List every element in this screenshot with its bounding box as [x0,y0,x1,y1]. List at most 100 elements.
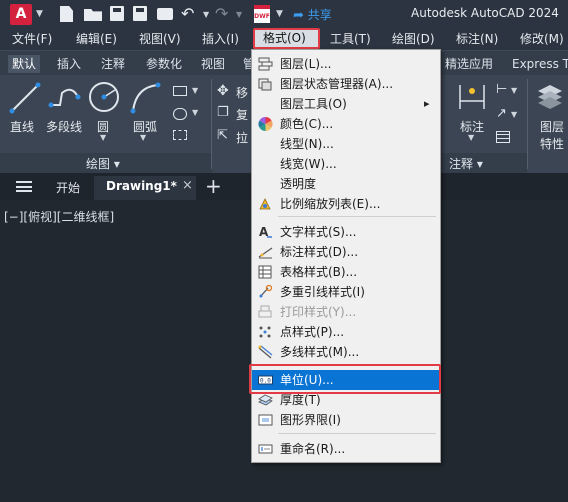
menu-item-label: 比例缩放列表(E)... [280,197,381,211]
start-tab[interactable]: 开始 [48,176,92,198]
ribbon-tab-view[interactable]: 视图 [201,55,225,73]
hatch-icon[interactable] [173,108,187,120]
menu-item-label: 表格样式(B)... [280,265,358,279]
line-tool-label[interactable]: 直线 [10,118,34,135]
menu-item-label: 标注样式(D)... [280,245,359,259]
save-as-icon[interactable] [133,6,147,21]
app-logo[interactable]: A [10,4,32,25]
hatch-dropdown-icon[interactable]: ▼ [192,108,198,117]
close-tab-icon[interactable]: × [182,178,193,193]
polyline-tool-label[interactable]: 多段线 [46,118,82,135]
linear-dim-icon[interactable]: ⊢ [496,82,507,97]
arc-dropdown-icon[interactable]: ▼ [140,133,146,142]
new-tab-icon[interactable]: + [205,174,222,198]
ribbon-tab-insert[interactable]: 插入 [57,55,81,73]
menu-item-linetype[interactable]: 线型(N)... [252,134,440,154]
dim-style-icon [258,247,273,259]
draw-panel-footer[interactable]: 绘图 ▾ [0,153,212,173]
app-menu-arrow-icon[interactable]: ▼ [36,9,43,19]
share-button[interactable]: ➦ 共享 [293,6,332,23]
linear-dim-dropdown-icon[interactable]: ▼ [511,86,517,95]
menu-item-limits[interactable]: 图形界限(I) [252,410,440,430]
menu-item-lineweight[interactable]: 线宽(W)... [252,154,440,174]
menu-modify[interactable]: 修改(M) [520,31,564,48]
menu-draw[interactable]: 绘图(D) [392,31,435,48]
menu-item-mleader-style[interactable]: 多重引线样式(I) [252,282,440,302]
dimension-icon[interactable] [457,81,487,113]
stretch-tool-label[interactable]: 拉 [236,129,248,146]
open-folder-icon[interactable] [84,9,102,21]
leader-icon[interactable]: ↗ [496,106,507,121]
new-file-icon[interactable] [60,6,73,22]
move-icon[interactable]: ✥ [217,83,229,99]
title-bar: A ▼ ↶ ▼ ↷ ▼ DWF ▼ ➦ 共享 Autodesk AutoCAD … [0,0,568,28]
polyline-icon[interactable] [48,83,82,113]
menu-edit[interactable]: 编辑(E) [76,31,117,48]
redo-dropdown-icon[interactable]: ▼ [236,10,242,19]
line-icon[interactable] [8,81,42,115]
menu-item-scale-list[interactable]: 比例缩放列表(E)... [252,194,440,214]
boundary-icon[interactable] [173,130,187,140]
menu-file[interactable]: 文件(F) [12,31,52,48]
menu-insert[interactable]: 插入(I) [202,31,239,48]
viewport-controls-label[interactable]: [−][俯视][二维线框] [4,208,114,225]
menu-item-label: 多重引线样式(I) [280,285,365,299]
table-icon[interactable] [496,131,510,143]
stretch-icon[interactable]: ⇱ [217,128,228,143]
rectangle-dropdown-icon[interactable]: ▼ [192,86,198,95]
arc-icon[interactable] [128,81,162,115]
menu-item-rename[interactable]: 重命名(R)... [252,439,440,459]
menu-item-label: 图层状态管理器(A)... [280,77,394,91]
rectangle-icon[interactable] [173,86,187,96]
circle-dropdown-icon[interactable]: ▼ [100,133,106,142]
menu-item-layer-tools[interactable]: 图层工具(O) ▸ [252,94,440,114]
menu-item-table-style[interactable]: 表格样式(B)... [252,262,440,282]
ribbon-tab-home[interactable]: 默认 [8,55,41,73]
share-label: 共享 [307,8,332,22]
mleader-style-icon [259,285,273,298]
ribbon-tab-annotate[interactable]: 注释 [101,55,125,73]
menu-dimension[interactable]: 标注(N) [456,31,498,48]
menu-tools[interactable]: 工具(T) [330,31,371,48]
ribbon-tab-featured-apps[interactable]: 精选应用 [445,55,493,73]
print-icon[interactable] [157,8,173,20]
save-icon[interactable] [110,6,124,21]
redo-icon[interactable]: ↷ [215,4,228,23]
layer-tool-label[interactable]: 图层 [540,118,564,135]
menu-item-label: 重命名(R)... [280,442,346,456]
menu-item-point-style[interactable]: 点样式(P)... [252,322,440,342]
menu-item-layer[interactable]: 图层(L)... [252,54,440,74]
menu-item-label: 点样式(P)... [280,325,345,339]
menu-item-transparency[interactable]: 透明度 [252,174,440,194]
menu-item-mline-style[interactable]: 多线样式(M)... [252,342,440,362]
undo-dropdown-icon[interactable]: ▼ [203,10,209,19]
drawing-tab[interactable]: Drawing1* × [94,176,196,200]
leader-dropdown-icon[interactable]: ▼ [511,110,517,119]
color-wheel-icon [258,117,273,131]
properties-tool-label[interactable]: 特性 [540,135,564,152]
move-tool-label[interactable]: 移 [236,84,248,101]
layer-properties-icon[interactable] [536,81,564,113]
drawing-tab-label: Drawing1* [106,179,177,193]
copy-tool-label[interactable]: 复 [236,106,248,123]
customize-qat-icon[interactable]: ▼ [276,9,283,19]
menu-item-label: 多线样式(M)... [280,345,360,359]
annotation-panel-footer[interactable]: 注释 ▾ [441,153,527,173]
ribbon-tab-parametric[interactable]: 参数化 [146,55,182,73]
format-dropdown-menu: 图层(L)... 图层状态管理器(A)... 图层工具(O) ▸ 颜色(C)..… [251,49,441,463]
menu-item-layer-states[interactable]: 图层状态管理器(A)... [252,74,440,94]
menu-item-color[interactable]: 颜色(C)... [252,114,440,134]
menu-view[interactable]: 视图(V) [139,31,181,48]
annotation-panel-divider [527,79,528,169]
menu-format[interactable]: 格式(O) [253,28,320,49]
copy-icon[interactable]: ❐ [217,105,229,120]
menu-item-text-style[interactable]: A 文字样式(S)... [252,222,440,242]
hamburger-menu-icon[interactable] [16,181,32,192]
undo-icon[interactable]: ↶ [181,4,194,23]
publish-dwf-icon[interactable]: DWF [254,5,270,23]
ribbon-tab-express-tools[interactable]: Express T [512,55,568,73]
circle-icon[interactable] [87,80,121,114]
menu-item-dim-style[interactable]: 标注样式(D)... [252,242,440,262]
annotation-panel-label: 注释 ▾ [449,157,483,171]
dimension-dropdown-icon[interactable]: ▼ [468,133,474,142]
